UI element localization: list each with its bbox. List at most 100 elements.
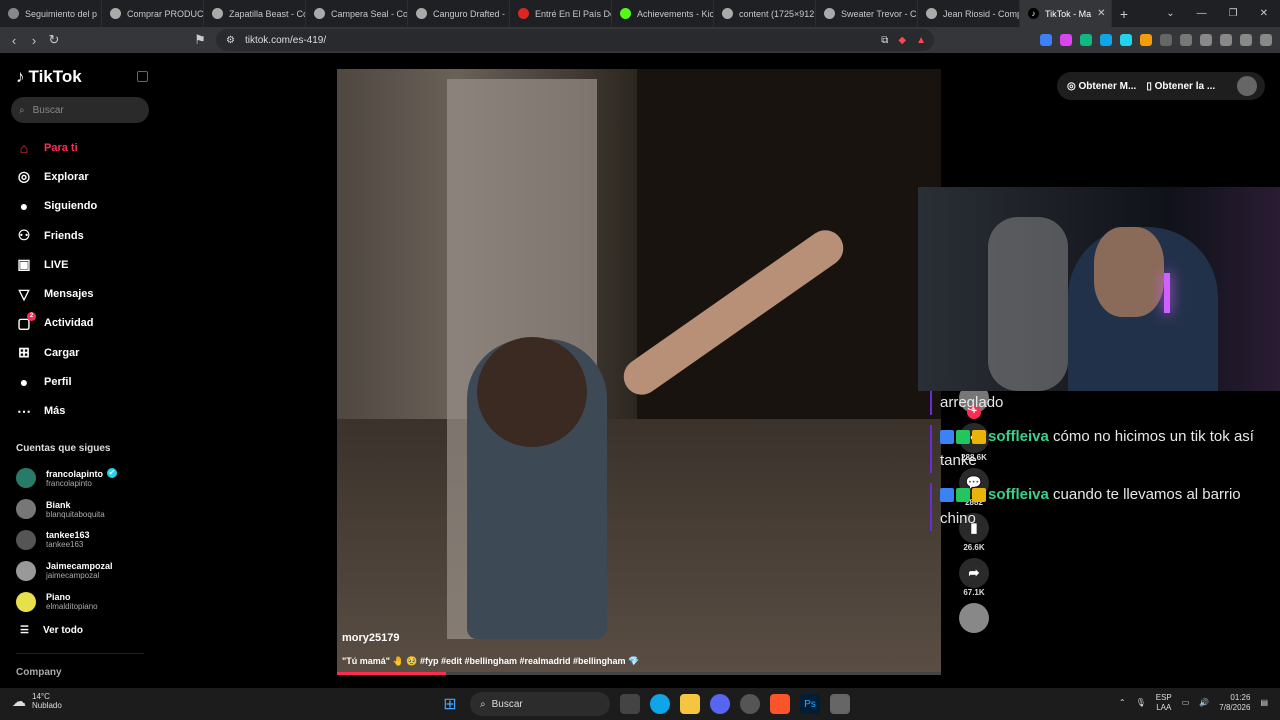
forward-icon[interactable]: › [24, 33, 44, 48]
taskbar-search[interactable]: ⌕ Buscar [470, 692, 610, 716]
get-coins-button[interactable]: ◎ Obtener M... [1067, 81, 1136, 92]
clock[interactable]: 01:26 7/8/2026 [1219, 693, 1250, 713]
tab-list-icon[interactable]: ⌄ [1166, 8, 1174, 19]
task-view-icon[interactable] [620, 694, 640, 714]
get-app-button[interactable]: ▯ Obtener la ... [1146, 81, 1215, 92]
video-author[interactable]: mory25179 [342, 632, 400, 644]
translate-icon[interactable]: ⧉ [881, 35, 888, 46]
maximize-icon[interactable]: ❐ [1229, 8, 1238, 19]
browser-tab[interactable]: Seguimiento del p [0, 0, 102, 27]
nav-item-mensajes[interactable]: ▽ Mensajes [16, 279, 97, 308]
nav-item-live[interactable]: ▣ LIVE [16, 250, 97, 279]
following-account[interactable]: tankee163 tankee163 [16, 525, 117, 556]
brave-icon[interactable] [770, 694, 790, 714]
menu-icon[interactable] [1260, 34, 1272, 46]
vpn-icon[interactable] [1240, 34, 1252, 46]
discord-icon[interactable] [710, 694, 730, 714]
bookmark-icon[interactable]: ⚑ [190, 32, 210, 48]
nav-item-más[interactable]: ⋯ Más [16, 397, 97, 426]
tiktok-page: ♪ TikTok ⌕ Buscar ⌂ Para ti ◎ Explorar ● Sigu… [0, 53, 1280, 688]
microphone-icon[interactable]: 🎙 [1136, 698, 1146, 708]
nav-item-cargar[interactable]: ⊞ Cargar [16, 338, 97, 367]
following-account[interactable]: francolapinto francolapinto ✔ [16, 463, 118, 494]
following-account[interactable]: Piano elmalditopiano [16, 586, 117, 617]
extension-icon[interactable] [1100, 34, 1112, 46]
chevron-up-icon[interactable]: ⌃ [1119, 698, 1126, 708]
edge-icon[interactable] [650, 694, 670, 714]
browser-tab[interactable]: Entré En El País Do [510, 0, 612, 27]
tab-favicon-icon [314, 8, 325, 19]
chat-text: arreglado [940, 394, 1004, 411]
tab-favicon-icon [212, 8, 223, 19]
volume-icon[interactable]: 🔊 [1199, 698, 1209, 708]
browser-tab[interactable]: Canguro Drafted - [408, 0, 510, 27]
browser-tab[interactable]: Jean Riosid - Comp [918, 0, 1020, 27]
chat-badge-icon [972, 488, 986, 503]
nav-item-friends[interactable]: ⚇ Friends [16, 221, 97, 250]
brave-rewards-icon[interactable]: ▲ [916, 35, 926, 46]
extension-icon[interactable] [1040, 34, 1052, 46]
following-account[interactable]: Biank blanquitaboquita [16, 494, 117, 525]
get-app-label: Obtener la ... [1154, 80, 1216, 92]
photoshop-icon[interactable]: Ps [800, 694, 820, 714]
tiktok-logo[interactable]: ♪ TikTok [16, 67, 82, 87]
app-icon[interactable] [830, 694, 850, 714]
nav-item-explorar[interactable]: ◎ Explorar [16, 162, 97, 191]
browser-tab[interactable]: Comprar PRODUCT [102, 0, 204, 27]
extension-icon[interactable] [1120, 34, 1132, 46]
sidebar-toggle-icon[interactable] [1200, 34, 1212, 46]
following-account[interactable]: Jaimecampozal jaimecampozal [16, 555, 117, 586]
weather-widget[interactable]: ☁ 14°C Nublado [12, 692, 62, 710]
nav-item-actividad[interactable]: ▢ 2 Actividad [16, 309, 97, 338]
nav-item-para-ti[interactable]: ⌂ Para ti [16, 133, 97, 162]
browser-tab[interactable]: Sweater Trevor - C [816, 0, 918, 27]
company-link[interactable]: Company [16, 667, 62, 678]
language-code: ESP [1155, 693, 1172, 702]
address-bar: ‹ › ↻ ⚑ ⚙ tiktok.com/es-419/ ⧉ ◆ ▲ [0, 27, 1280, 53]
extension-icon[interactable] [1180, 34, 1192, 46]
browser-tab[interactable]: Zapatilla Beast - Co [204, 0, 306, 27]
search-input[interactable]: ⌕ Buscar [11, 97, 149, 123]
minimize-icon[interactable]: — [1197, 8, 1207, 19]
brave-shield-icon[interactable]: ◆ [898, 35, 906, 46]
avatar [16, 468, 36, 489]
nav-item-perfil[interactable]: ● Perfil [16, 367, 97, 396]
chat-badge-icon [940, 430, 954, 445]
back-icon[interactable]: ‹ [4, 33, 24, 48]
video-progress-fill [337, 672, 446, 675]
nav-item-siguiendo[interactable]: ● Siguiendo [16, 192, 97, 221]
browser-tab[interactable]: content (1725×912 [714, 0, 816, 27]
extension-icon[interactable] [1080, 34, 1092, 46]
tab-favicon-icon [824, 8, 835, 19]
file-explorer-icon[interactable] [680, 694, 700, 714]
site-info-icon[interactable]: ⚙ [226, 35, 235, 46]
windows-start-icon[interactable]: ⊞ [440, 694, 460, 714]
avatar [16, 499, 36, 520]
nav-label: Cargar [44, 346, 80, 359]
close-tab-icon[interactable]: ✕ [1097, 8, 1105, 19]
url-field[interactable]: ⚙ tiktok.com/es-419/ ⧉ ◆ ▲ [216, 29, 934, 51]
app-icon[interactable] [740, 694, 760, 714]
network-icon[interactable]: ▭ [1182, 698, 1190, 708]
video-player[interactable]: mory25179 "Tú mamá" 🤚 🥹 #fyp #edit #bell… [337, 69, 941, 675]
browser-tab[interactable]: Achievements - Kic [612, 0, 714, 27]
extensions-puzzle-icon[interactable] [1160, 34, 1172, 46]
notifications-icon[interactable]: ▤ [1260, 698, 1268, 708]
collapse-sidebar-icon[interactable] [137, 71, 148, 82]
account-name: Biank [46, 499, 71, 510]
wallet-icon[interactable] [1220, 34, 1232, 46]
video-progress-bar[interactable] [337, 672, 941, 675]
browser-tab[interactable]: Campera Seal - Co [306, 0, 408, 27]
extension-icon[interactable] [1060, 34, 1072, 46]
share-button[interactable]: ➦ 67.1K [954, 558, 994, 597]
profile-avatar[interactable] [1237, 76, 1257, 96]
tab-tiktok[interactable]: ♪ TikTok - Ma ✕ [1020, 0, 1112, 27]
reload-icon[interactable]: ↻ [44, 32, 64, 48]
video-caption: "Tú mamá" 🤚 🥹 #fyp #edit #bellingham #re… [342, 656, 640, 666]
extension-icon[interactable] [1140, 34, 1152, 46]
close-window-icon[interactable]: ✕ [1260, 8, 1268, 19]
new-tab-button[interactable]: + [1112, 6, 1136, 22]
sound-button[interactable] [954, 603, 994, 633]
see-all-link[interactable]: ☰ Ver todo [20, 625, 83, 636]
language-indicator[interactable]: ESP LAA [1156, 693, 1172, 713]
